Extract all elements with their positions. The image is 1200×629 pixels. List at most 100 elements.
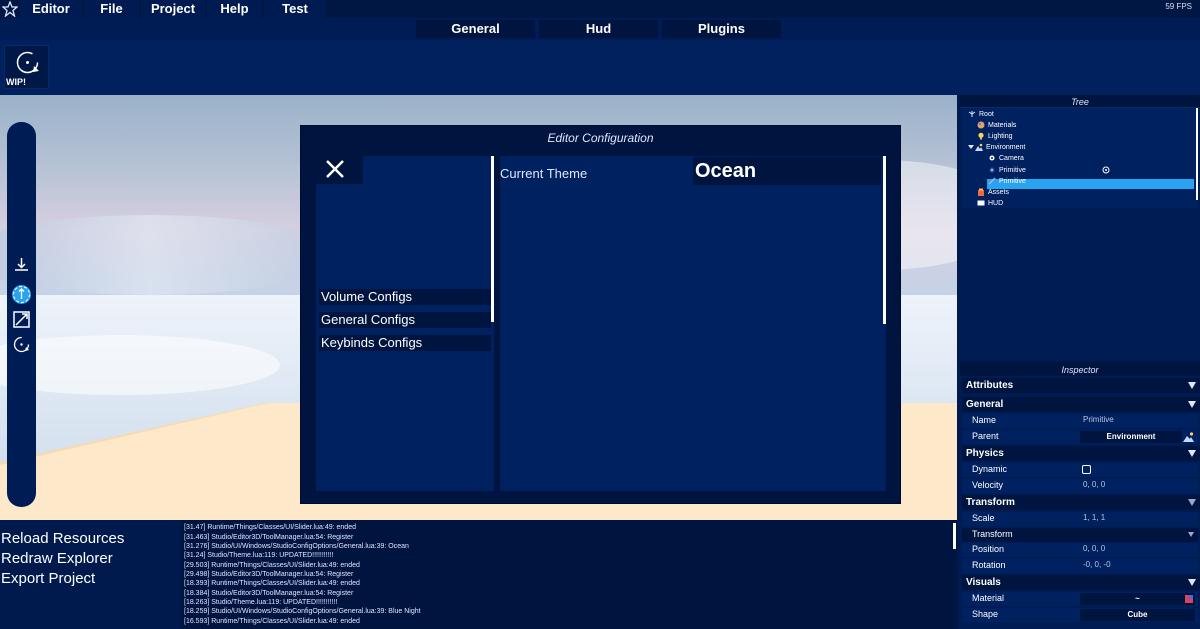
console-line: [18.263] Studio/Theme.lua:119: UPDATED!!… [184,599,338,606]
general-configs-button[interactable]: General Configs [319,312,491,328]
tree-item-root[interactable]: Root [968,110,994,120]
redraw-explorer-button[interactable]: Redraw Explorer [1,550,113,567]
menu-bar: Editor File Project Help Test 59 FPS [0,0,1200,18]
section-title: Attributes [966,380,1014,391]
tree-scrollbar[interactable] [1196,108,1198,200]
current-theme-label: Current Theme [500,166,588,181]
tab-plugins[interactable]: Plugins [662,20,781,38]
output-console[interactable]: [31.47] Runtime/Things/Classes/UI/Slider… [181,520,957,629]
prop-name: Name Primitive [962,414,1198,428]
material-selector[interactable]: ~ [1080,593,1195,605]
dialog-title: Editor Configuration [547,131,654,145]
environment-icon [975,143,983,152]
prop-shape: Shape Cube [962,608,1198,622]
prop-dynamic: Dynamic [962,463,1198,477]
current-theme-dropdown[interactable]: Ocean [693,157,881,185]
tree-title: Tree [1071,97,1089,107]
triangle-down-icon [1188,450,1196,457]
menu-project[interactable]: Project [141,0,205,18]
scale-tool-icon[interactable] [11,309,32,330]
console-line: [31.24] Studio/Theme.lua:119: UPDATED!!!… [184,552,334,559]
prop-label: Transform [972,529,1013,539]
name-field[interactable]: Primitive [1083,415,1114,424]
section-general[interactable]: General [962,397,1200,412]
tree-item-materials[interactable]: Materials [977,121,1016,131]
prop-label: Material [972,593,1005,603]
velocity-field[interactable]: 0, 0, 0 [1083,480,1105,489]
tree-item-label: Assets [988,189,1010,196]
config-category-list: Volume Configs General Configs Keybinds … [316,156,494,491]
prop-material: Material ~ [962,592,1198,606]
inspector-title: Inspector [1061,365,1099,375]
prop-label: Velocity [972,480,1004,490]
prop-rotation: Rotation -0, 0, -0 [962,559,1198,573]
tab-general[interactable]: General [416,20,535,38]
prop-label: Scale [972,513,995,523]
options-scrollbar[interactable] [883,156,886,324]
star-logo-icon[interactable] [2,1,18,17]
tree-item-environment[interactable]: Environment [968,143,1025,153]
rotate-tool-icon[interactable] [11,334,32,355]
tree-item-lighting[interactable]: Lighting [977,132,1013,142]
tree-item-label: Primitive [999,178,1026,185]
move-tool-icon[interactable] [11,284,32,305]
triangle-down-icon [1188,499,1196,506]
tree-title-bar: Tree [960,95,1200,108]
scale-field[interactable]: 1, 1, 1 [1083,513,1105,522]
root-icon [968,111,976,118]
section-attributes[interactable]: Attributes [962,378,1200,393]
tool-strip [7,122,36,507]
menu-editor[interactable]: Editor [20,0,82,18]
rotation-field[interactable]: -0, 0, -0 [1083,560,1111,569]
prop-transform-group[interactable]: Transform [962,528,1198,542]
tree-item-primitive-selected[interactable]: Primitive [988,166,1113,176]
console-line: [31.47] Runtime/Things/Classes/UI/Slider… [184,524,356,531]
visibility-icon[interactable] [1102,166,1110,174]
primitive-icon [989,167,995,174]
section-physics[interactable]: Physics [962,446,1200,461]
keybinds-configs-button[interactable]: Keybinds Configs [319,335,491,351]
tree-item-assets[interactable]: Assets [977,188,1009,198]
menu-file[interactable]: File [84,0,139,18]
shape-selector[interactable]: Cube [1080,609,1195,621]
position-field[interactable]: 0, 0, 0 [1083,544,1105,553]
reload-resources-button[interactable]: Reload Resources [1,530,124,547]
chevron-down-icon[interactable] [968,143,974,151]
dynamic-checkbox[interactable] [1082,465,1091,474]
tree-item-hud[interactable]: HUD [977,199,1003,209]
triangle-down-icon [1188,401,1196,408]
console-line: [18.384] Studio/Editor3D/ToolManager.lua… [184,590,354,597]
console-line: [29.498] Studio/Editor3D/ToolManager.lua… [184,571,354,578]
inspector-panel: Inspector Attributes General Name Primit… [960,362,1200,629]
console-scrollbar[interactable] [953,523,956,549]
volume-configs-button[interactable]: Volume Configs [319,289,491,305]
snap-down-icon[interactable] [11,254,32,275]
brush-icon [988,177,996,185]
section-title: Physics [966,448,1004,459]
section-visuals[interactable]: Visuals [962,575,1200,590]
prop-label: Name [972,415,997,425]
tree-item-primitive[interactable]: Primitive [988,177,1026,187]
tree-item-label: Materials [988,122,1017,129]
wip-label: WIP! [6,77,26,87]
tree-item-label: Environment [986,144,1026,151]
config-options-panel: Current Theme Ocean [500,156,886,491]
menu-test[interactable]: Test [264,0,326,18]
category-scrollbar[interactable] [491,156,494,322]
console-line: [31.463] Studio/Editor3D/ToolManager.lua… [184,534,354,541]
tree-item-camera[interactable]: Camera [988,154,1024,164]
palette-icon [977,121,985,129]
menu-help[interactable]: Help [207,0,262,18]
tree-panel: Tree Root Materials Lighting Environment… [960,95,1200,360]
project-actions: Reload Resources Redraw Explorer Export … [0,520,180,629]
export-project-button[interactable]: Export Project [1,570,95,587]
tab-hud[interactable]: Hud [539,20,658,38]
close-button[interactable] [316,156,363,184]
prop-label: Dynamic [972,464,1008,474]
rotate-icon [16,51,39,74]
section-transform[interactable]: Transform [962,495,1200,510]
environment-icon [1183,432,1194,442]
parent-selector[interactable]: Environment [1080,431,1182,443]
wip-button[interactable]: WIP! [4,45,49,89]
prop-parent: Parent Environment [962,430,1198,444]
